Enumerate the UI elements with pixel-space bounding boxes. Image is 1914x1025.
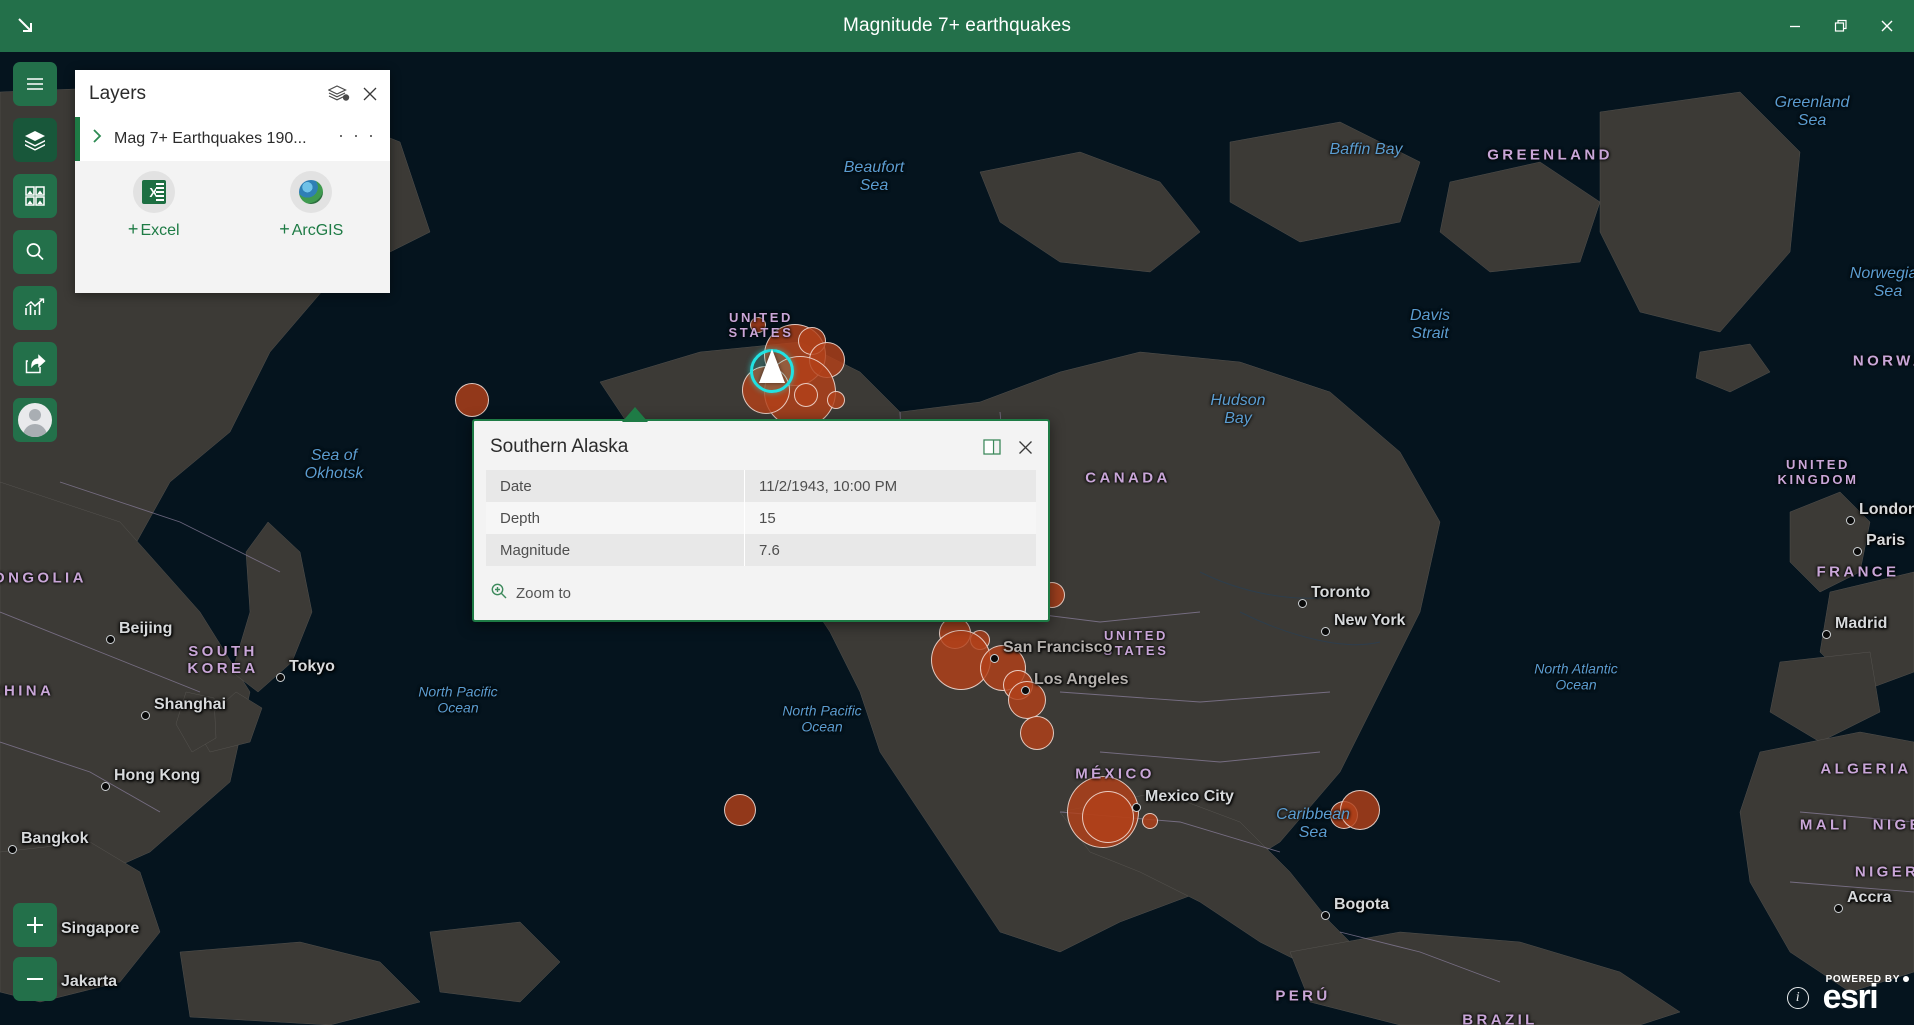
add-arcgis-button[interactable]: +ArcGIS (251, 171, 371, 240)
dock-panel-icon[interactable] (983, 438, 1001, 456)
map-city-dot (8, 845, 17, 854)
popup-title: Southern Alaska (490, 436, 967, 458)
minimize-button[interactable] (1772, 0, 1818, 52)
title-bar: Magnitude 7+ earthquakes (0, 0, 1914, 52)
plus-icon: + (279, 219, 290, 239)
popup-attribute-row: Depth15 (486, 502, 1036, 534)
powered-by-label: POWERED BY (1826, 974, 1900, 985)
layers-panel: Layers Mag 7+ Earthquakes 190... · · · X (75, 70, 390, 293)
sidebar-item-basemap[interactable] (13, 174, 57, 218)
add-excel-button[interactable]: X +Excel (94, 171, 214, 240)
popup-field-name: Depth (486, 502, 745, 534)
popup-field-name: Magnitude (486, 534, 745, 566)
feature-popup: Southern Alaska Date11/2/1943, 10:00 PMD… (472, 419, 1050, 622)
sidebar-item-charts[interactable] (13, 286, 57, 330)
zoom-out-button[interactable] (13, 957, 57, 1001)
info-icon[interactable]: i (1787, 987, 1809, 1009)
popup-attribute-row: Date11/2/1943, 10:00 PM (486, 470, 1036, 502)
map-city-dot (990, 654, 999, 663)
popup-header: Southern Alaska (474, 421, 1048, 468)
layers-panel-header: Layers (75, 70, 390, 117)
selected-feature-pin (759, 349, 785, 383)
esri-logo[interactable]: POWERED BY esri (1823, 974, 1900, 1013)
layer-list-item[interactable]: Mag 7+ Earthquakes 190... · · · (75, 117, 390, 161)
arcgis-globe-icon (290, 171, 332, 213)
map-city-dot (106, 635, 115, 644)
map-city-dot (1298, 599, 1307, 608)
popup-attribute-table: Date11/2/1943, 10:00 PMDepth15Magnitude7… (486, 470, 1036, 566)
zoom-to-button[interactable]: Zoom to (490, 582, 571, 604)
popup-field-name: Date (486, 470, 745, 502)
layers-panel-close-button[interactable] (362, 86, 378, 102)
map-city-dot (141, 711, 150, 720)
chevron-right-icon[interactable] (80, 128, 114, 150)
popup-field-value: 11/2/1943, 10:00 PM (745, 470, 1037, 502)
layers-settings-icon[interactable] (328, 84, 350, 104)
zoom-in-button[interactable] (13, 903, 57, 947)
plus-icon: + (128, 219, 139, 239)
popup-close-button[interactable] (1017, 439, 1034, 456)
sidebar-item-search[interactable] (13, 230, 57, 274)
layers-panel-title: Layers (89, 83, 316, 105)
map-city-dot (276, 673, 285, 682)
map-city-dot (1834, 904, 1843, 913)
restore-button[interactable] (1818, 0, 1864, 52)
avatar (18, 403, 52, 437)
zoom-to-icon (490, 582, 508, 604)
map-city-dot (1021, 686, 1030, 695)
map-city-dot (1853, 547, 1862, 556)
map-attribution: i POWERED BY esri (1787, 974, 1900, 1013)
app-logo-icon (0, 0, 52, 52)
map-city-dot (1846, 516, 1855, 525)
popup-field-value: 7.6 (745, 534, 1037, 566)
add-arcgis-label: +ArcGIS (251, 219, 371, 240)
map-city-dot (1321, 911, 1330, 920)
window-controls (1772, 0, 1910, 52)
layers-panel-body: X +Excel +ArcGIS (75, 161, 390, 293)
map-city-dot (1132, 803, 1141, 812)
layer-name: Mag 7+ Earthquakes 190... (114, 130, 334, 148)
map-city-dot (1822, 630, 1831, 639)
app-toolbar (13, 62, 57, 442)
sidebar-item-share[interactable] (13, 342, 57, 386)
menu-button[interactable] (13, 62, 57, 106)
excel-icon: X (133, 171, 175, 213)
add-data-sources: X +Excel +ArcGIS (75, 161, 390, 258)
map-zoom-controls (13, 903, 57, 1001)
popup-attribute-row: Magnitude7.6 (486, 534, 1036, 566)
popup-field-value: 15 (745, 502, 1037, 534)
close-button[interactable] (1864, 0, 1910, 52)
layer-options-button[interactable]: · · · (334, 125, 380, 154)
sidebar-item-account[interactable] (13, 398, 57, 442)
add-excel-label: +Excel (94, 219, 214, 240)
sidebar-item-layers[interactable] (13, 118, 57, 162)
popup-actions: Zoom to (474, 566, 1048, 620)
window-title: Magnitude 7+ earthquakes (0, 0, 1914, 52)
map-city-dot (101, 782, 110, 791)
map-city-dot (1321, 627, 1330, 636)
zoom-to-label: Zoom to (516, 585, 571, 602)
esri-wordmark: esri (1823, 982, 1900, 1013)
popup-pointer (622, 407, 648, 422)
